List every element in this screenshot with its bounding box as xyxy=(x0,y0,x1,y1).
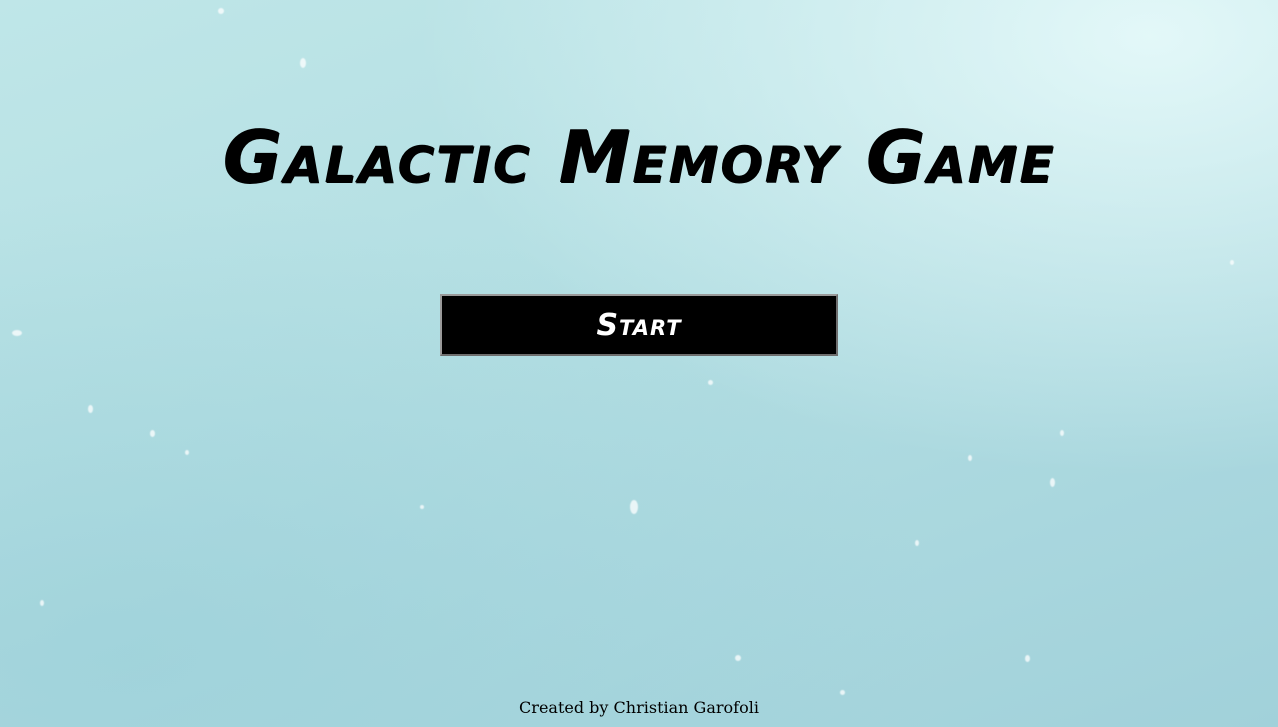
background-speck xyxy=(968,455,972,461)
background-speck xyxy=(218,8,224,14)
background-speck xyxy=(185,450,189,455)
background-speck xyxy=(88,405,93,413)
background-speck xyxy=(12,330,22,336)
footer-credit: Created by Christian Garofoli xyxy=(519,698,759,717)
background-speck xyxy=(150,430,155,437)
background-speck xyxy=(300,58,306,68)
start-button[interactable]: Start xyxy=(440,294,838,356)
background-speck xyxy=(1025,655,1030,662)
background-speck xyxy=(1230,260,1234,265)
background-speck xyxy=(840,690,845,695)
background-speck xyxy=(1050,478,1055,487)
background-speck xyxy=(1060,430,1064,436)
background-speck xyxy=(630,500,638,514)
background-speck xyxy=(40,600,44,606)
game-title: Galactic Memory Game xyxy=(222,115,1056,199)
background-speck xyxy=(915,540,919,546)
background-speck xyxy=(708,380,713,385)
background-speck xyxy=(735,655,741,661)
background-speck xyxy=(420,505,424,509)
